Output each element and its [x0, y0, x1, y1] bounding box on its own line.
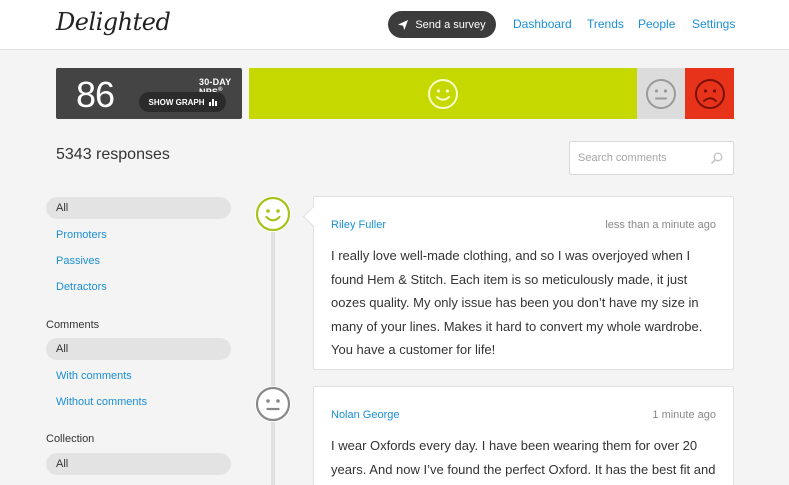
show-graph-button[interactable]: SHOW GRAPH	[139, 92, 226, 112]
response-time: 1 minute ago	[652, 409, 716, 421]
happy-face-icon	[428, 78, 458, 109]
timeline-line	[271, 230, 275, 485]
comments-heading: Comments	[46, 319, 100, 331]
filter-promoters[interactable]: Promoters	[56, 229, 107, 241]
neutral-face-icon	[255, 386, 291, 422]
neutral-face-icon	[646, 78, 676, 109]
filter-all-collection[interactable]: All	[46, 453, 231, 475]
responses-count: 5343 responses	[56, 146, 170, 163]
app-logo[interactable]: Delighted	[56, 8, 171, 36]
passive-badge	[255, 386, 291, 422]
response-comment: I wear Oxfords every day. I have been we…	[331, 438, 716, 477]
respondent-name[interactable]: Riley Fuller	[331, 219, 386, 231]
bar-graph-icon	[208, 99, 217, 106]
response-card: Nolan George 1 minute ago I wear Oxfords…	[313, 386, 734, 485]
nav-people[interactable]: People	[638, 17, 675, 31]
paper-plane-icon	[398, 19, 409, 30]
filter-without-comments[interactable]: Without comments	[56, 396, 147, 408]
search-box[interactable]	[569, 141, 734, 175]
nav-trends[interactable]: Trends	[587, 17, 624, 31]
passives-bar[interactable]	[637, 68, 685, 119]
nps-score: 86	[76, 74, 115, 115]
show-graph-label: SHOW GRAPH	[148, 97, 205, 107]
happy-face-icon	[255, 196, 291, 232]
top-bar: Delighted Send a survey Dashboard Trends…	[0, 0, 789, 50]
filter-passives[interactable]: Passives	[56, 255, 100, 267]
respondent-name[interactable]: Nolan George	[331, 409, 400, 421]
nps-summary: 86 30-DAY NPS® SHOW GRAPH	[56, 68, 242, 119]
filter-detractors[interactable]: Detractors	[56, 281, 107, 293]
response-time: less than a minute ago	[605, 219, 716, 231]
filter-all-scores[interactable]: All	[46, 197, 231, 219]
promoter-badge	[255, 196, 291, 232]
collection-heading: Collection	[46, 433, 95, 445]
search-input[interactable]	[578, 142, 708, 174]
response-card: Riley Fuller less than a minute ago I re…	[313, 196, 734, 370]
filter-with-comments[interactable]: With comments	[56, 370, 132, 382]
filter-all-comments[interactable]: All	[46, 338, 231, 360]
response-comment: I really love well-made clothing, and so…	[331, 248, 703, 357]
nav-dashboard[interactable]: Dashboard	[513, 17, 572, 31]
send-survey-button[interactable]: Send a survey	[388, 11, 496, 38]
nav-settings[interactable]: Settings	[692, 17, 735, 31]
sad-face-icon	[694, 78, 725, 109]
search-icon[interactable]	[711, 152, 723, 164]
promoters-bar[interactable]	[249, 68, 637, 119]
send-survey-label: Send a survey	[415, 18, 486, 31]
detractors-bar[interactable]	[685, 68, 734, 119]
